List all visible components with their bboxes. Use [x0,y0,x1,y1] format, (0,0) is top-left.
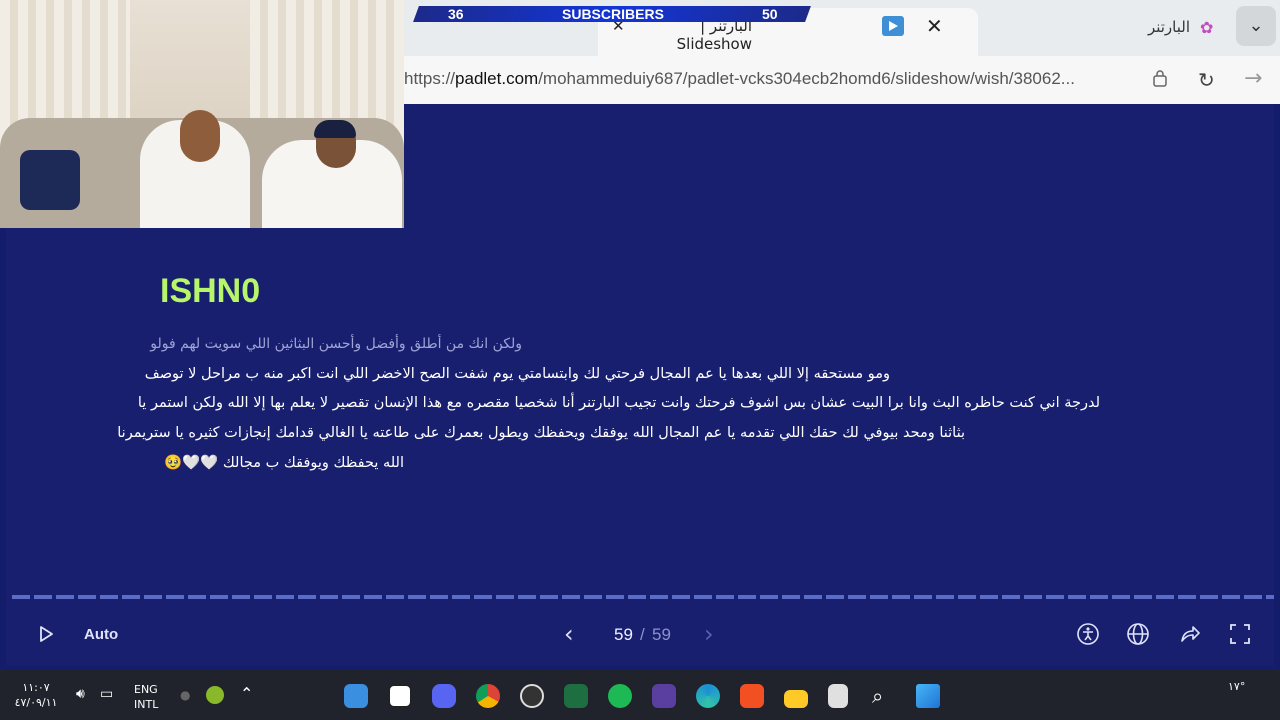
clock-date: ٤٧/٠٩/١١ [14,696,58,709]
pillow [20,150,80,210]
obs-app-icon[interactable] [344,684,368,708]
post-body-line: ومو مستحقه إلا اللي بعدها يا عم المجال ف… [144,366,890,382]
lang-line2: INTL [134,698,159,711]
discord-icon[interactable] [432,684,456,708]
url-prefix: https:// [404,69,456,88]
lock-icon[interactable] [1152,69,1168,87]
clock-time: ١١:٠٧ [22,681,50,694]
url-field[interactable]: https://padlet.com/mohammeduiy687/padlet… [404,69,1075,89]
post-body-line: لدرجة اني كنت حاظره البث وانا برا البيت … [137,395,1100,411]
store-icon[interactable] [740,684,764,708]
webcam-overlay [0,0,404,228]
language-indicator[interactable]: ENG INTL [134,682,158,712]
mic-icon[interactable]: ● [180,688,190,702]
volume-icon[interactable]: 🔊︎ [76,686,85,702]
start-menu-icon[interactable] [916,684,940,708]
app-icon[interactable] [652,684,676,708]
display-icon[interactable]: ▭ [100,686,113,702]
post-body-line: بثاثنا ومحد بيوفي لك حقك اللي تقدمه يا ع… [117,425,965,441]
profile-icon[interactable]: ✿ [1200,18,1213,37]
edge-icon[interactable] [696,684,720,708]
lang-line1: ENG [134,683,158,696]
page-separator: / [640,625,645,644]
next-slide-icon[interactable]: › [704,620,714,648]
weather-indicator[interactable]: ١٧° [1228,680,1245,693]
person-right-cap [314,120,356,138]
slide-progress-bar[interactable] [12,595,1274,599]
capture-app-icon[interactable] [388,684,412,708]
accessibility-icon[interactable] [1076,622,1100,646]
page-current: 59 [614,625,633,644]
file-explorer-icon[interactable] [784,690,808,708]
tray-clock[interactable]: ١١:٠٧ ٤٧/٠٩/١١ [14,680,58,710]
post-title: ISHN0 [160,272,261,310]
excel-icon[interactable] [564,684,588,708]
person-left-head [180,110,220,162]
spotify-icon[interactable] [608,684,632,708]
xbox-icon[interactable] [206,686,224,704]
play-icon[interactable] [36,624,56,644]
notepad-icon[interactable] [828,684,848,708]
globe-icon[interactable] [1126,622,1150,646]
tab-title: البارتنر | Slideshow [676,17,752,53]
tabs-menu-button[interactable]: ⌄ [1236,6,1276,46]
forward-icon[interactable]: → [1244,66,1262,91]
previous-slide-icon[interactable]: ‹ [564,620,574,648]
autoplay-label[interactable]: Auto [84,626,118,643]
reload-icon[interactable]: ↻ [1198,68,1215,92]
subscribers-right-count: 50 [762,6,778,22]
url-domain: padlet.com [455,69,539,88]
chrome-icon[interactable] [476,684,500,708]
search-icon[interactable]: ⌕ [872,684,896,708]
post-body-line: الله يحفظك ويوفقك ب مجالك 🤍🤍🥹 [164,455,404,471]
taskbar [0,670,1280,720]
post-subtitle: ولكن انك من أطلق وأفضل وأحسن البثاثين ال… [150,336,522,352]
obs-studio-icon[interactable] [520,684,544,708]
fullscreen-icon[interactable] [1228,622,1252,646]
chevron-up-icon[interactable]: ⌃ [240,684,253,703]
url-path: /mohammeduiy687/padlet-vcks304ecb2homd6/… [538,69,1075,88]
page-total: 59 [652,625,671,644]
share-icon[interactable] [1178,622,1202,646]
